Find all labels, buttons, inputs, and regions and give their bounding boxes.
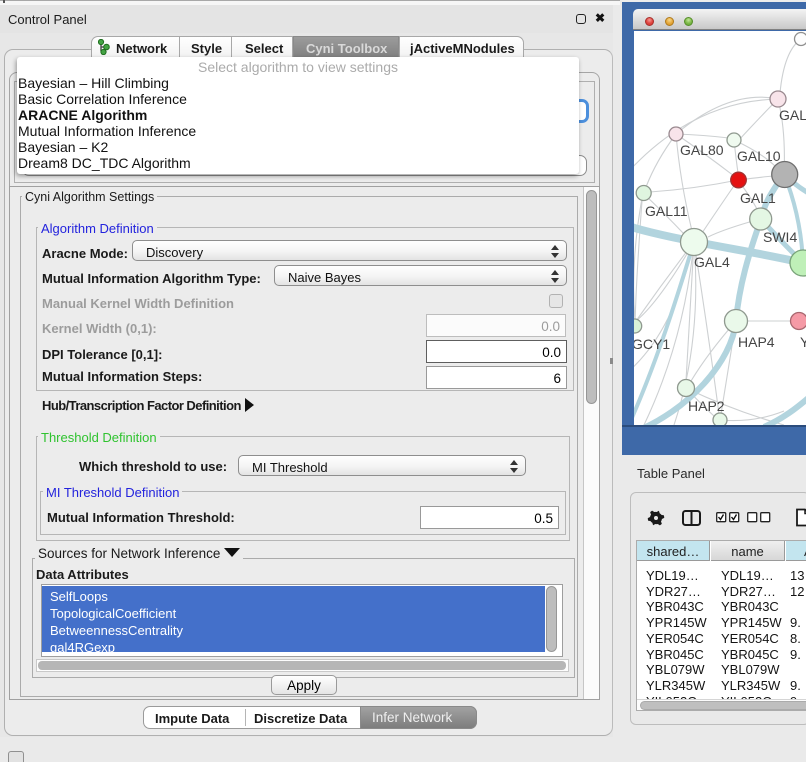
svg-text:HAP4: HAP4 xyxy=(738,334,775,350)
svg-text:HAP2: HAP2 xyxy=(688,398,725,414)
svg-text:GAL80: GAL80 xyxy=(680,142,724,158)
svg-text:GCY1: GCY1 xyxy=(634,336,670,352)
svg-text:GAL4: GAL4 xyxy=(694,254,730,270)
svg-text:GAL7: GAL7 xyxy=(779,107,806,123)
svg-text:GAL1: GAL1 xyxy=(740,190,776,206)
svg-text:GAL11: GAL11 xyxy=(645,203,688,219)
svg-text:SWI4: SWI4 xyxy=(763,229,797,245)
svg-text:Y: Y xyxy=(800,334,806,350)
svg-text:GAL10: GAL10 xyxy=(737,148,781,164)
